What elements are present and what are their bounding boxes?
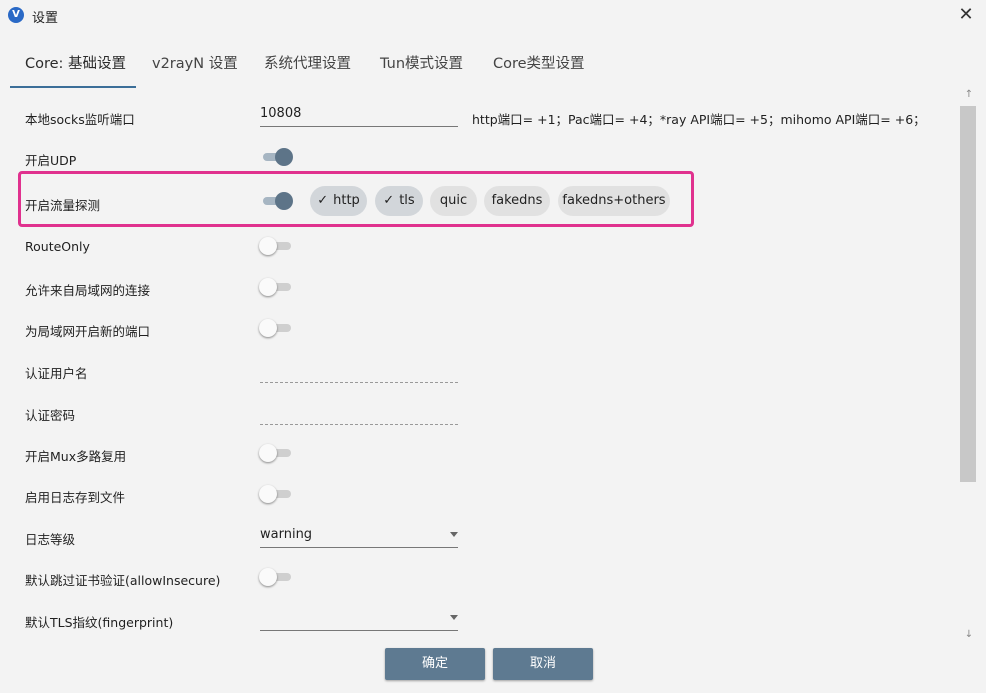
fingerprint-select[interactable] [260,608,458,631]
lan-new-port-toggle[interactable] [259,319,293,337]
port-hint-text: http端口= +1；Pac端口= +4；*ray API端口= +5；miho… [472,112,926,127]
settings-tabs: Core: 基础设置 v2rayN 设置 系统代理设置 Tun模式设置 Core… [0,44,986,88]
allow-insecure-label: 默认跳过证书验证(allowInsecure) [25,573,221,588]
chevron-down-icon [450,532,458,537]
log-file-toggle[interactable] [259,485,293,503]
scroll-up-icon[interactable]: ↑ [961,88,977,102]
sniff-option-fakedns[interactable]: fakedns [484,186,550,216]
log-level-select[interactable]: warning [260,525,458,548]
mux-label: 开启Mux多路复用 [25,449,127,464]
fingerprint-label: 默认TLS指纹(fingerprint) [25,615,174,630]
sniff-option-quic[interactable]: quic [430,186,477,216]
lan-new-port-label: 为局域网开启新的端口 [25,324,151,339]
auth-pass-label: 认证密码 [25,408,76,423]
chevron-down-icon [450,615,458,620]
active-tab-indicator [10,86,136,88]
udp-toggle[interactable] [259,148,293,166]
socks-port-label: 本地socks监听端口 [25,112,135,127]
sniff-option-http[interactable]: ✓ http [310,186,367,216]
log-file-label: 启用日志存到文件 [25,490,126,505]
socks-port-input[interactable]: 10808 [260,104,458,127]
mux-toggle[interactable] [259,444,293,462]
log-level-label: 日志等级 [25,532,76,547]
tab-core-basic[interactable]: Core: 基础设置 [25,44,126,88]
allow-lan-toggle[interactable] [259,278,293,296]
auth-user-label: 认证用户名 [25,366,88,381]
tab-system-proxy[interactable]: 系统代理设置 [264,44,351,88]
sniffing-toggle[interactable] [259,192,293,210]
allow-lan-label: 允许来自局域网的连接 [25,283,151,298]
sniffing-label: 开启流量探测 [25,198,101,213]
window-title: 设置 [32,11,59,26]
title-bar: V 设置 ✕ [0,0,986,30]
vertical-scrollbar[interactable]: ↑ ↓ [958,88,980,643]
cancel-button[interactable]: 取消 [493,648,593,680]
tab-core-type[interactable]: Core类型设置 [493,44,585,88]
scrollbar-thumb[interactable] [960,106,976,482]
route-only-toggle[interactable] [259,237,293,255]
close-icon[interactable]: ✕ [954,3,978,27]
auth-user-input[interactable] [260,360,458,383]
auth-pass-input[interactable] [260,402,458,425]
route-only-label: RouteOnly [25,239,90,254]
udp-label: 开启UDP [25,153,77,168]
tab-tun-mode[interactable]: Tun模式设置 [380,44,463,88]
check-icon: ✓ [383,193,395,208]
sniff-option-fakedns-others[interactable]: fakedns+others [558,186,670,216]
scroll-down-icon[interactable]: ↓ [961,628,977,642]
check-icon: ✓ [317,193,329,208]
allow-insecure-toggle[interactable] [259,568,293,586]
ok-button[interactable]: 确定 [385,648,485,680]
v2rayn-logo-icon: V [8,7,24,23]
sniff-option-tls[interactable]: ✓ tls [375,186,423,216]
tab-v2rayn-settings[interactable]: v2rayN 设置 [152,44,238,88]
